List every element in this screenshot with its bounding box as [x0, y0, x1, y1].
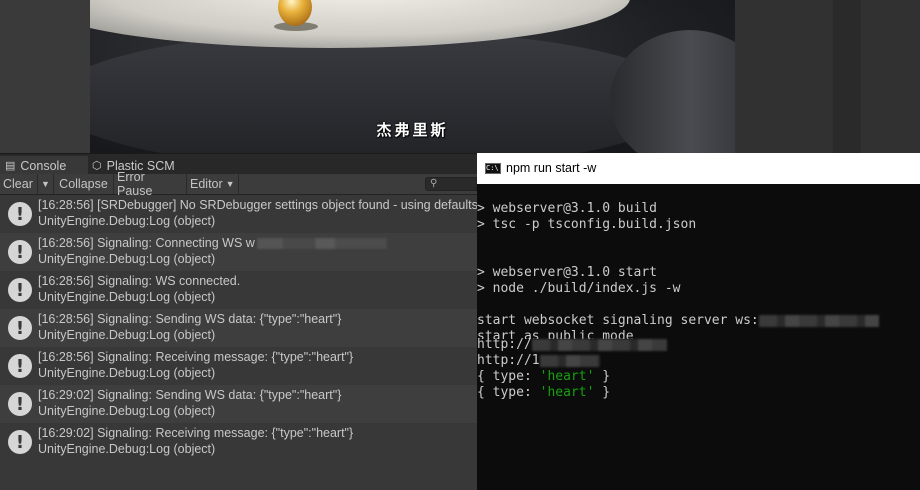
log-entry[interactable]: ! [16:28:56] Signaling: WS connected. Un…: [0, 271, 477, 309]
log-message: [16:28:56] [SRDebugger] No SRDebugger se…: [38, 198, 477, 212]
redacted-area: [531, 338, 667, 351]
game-view: 杰弗里斯: [0, 0, 920, 153]
terminal-text: { type:: [477, 369, 540, 384]
log-message: [16:29:02] Signaling: Receiving message:…: [38, 426, 354, 440]
log-source: UnityEngine.Debug:Log (object): [38, 328, 216, 342]
log-message: [16:28:56] Signaling: WS connected.: [38, 274, 241, 288]
terminal-title: npm run start -w: [506, 161, 597, 175]
console-icon: ▤: [5, 160, 16, 172]
game-viewport[interactable]: 杰弗里斯: [90, 0, 735, 153]
warning-icon: !: [8, 240, 32, 264]
clear-label: Clear: [3, 177, 33, 191]
log-message: [16:28:56] Signaling: Sending WS data: {…: [38, 312, 342, 326]
cmd-icon: C:\: [485, 163, 501, 174]
terminal-line: > tsc -p tsconfig.build.json: [477, 217, 697, 232]
log-entry[interactable]: ! [16:28:56] Signaling: Sending WS data:…: [0, 309, 477, 347]
chevron-down-icon: ▼: [41, 179, 50, 189]
tab-console-label: Console: [20, 158, 67, 173]
terminal-line: start websocket signaling server ws:: [477, 313, 879, 329]
terminal-line: > webserver@3.1.0 build: [477, 201, 658, 216]
collapse-button[interactable]: Collapse: [54, 174, 114, 194]
log-entry[interactable]: ! [16:28:56] Signaling: Receiving messag…: [0, 347, 477, 385]
log-source: UnityEngine.Debug:Log (object): [38, 214, 216, 228]
log-source: UnityEngine.Debug:Log (object): [38, 252, 216, 266]
redacted-area: [758, 314, 879, 327]
chevron-down-icon: ▼: [225, 179, 235, 189]
log-source: UnityEngine.Debug:Log (object): [38, 404, 216, 418]
log-source: UnityEngine.Debug:Log (object): [38, 366, 216, 380]
terminal-line: { type: 'heart' }: [477, 369, 610, 385]
log-source: UnityEngine.Debug:Log (object): [38, 290, 216, 304]
terminal-line: http://: [477, 337, 667, 353]
log-message-text: [16:28:56] Signaling: Connecting WS w: [38, 236, 255, 250]
error-pause-label: Error Pause: [117, 170, 153, 198]
terminal-string: 'heart': [539, 369, 595, 384]
warning-icon: !: [8, 202, 32, 226]
game-view-left-margin: [0, 0, 90, 153]
platform-top: [90, 0, 630, 48]
log-entry[interactable]: ! [16:29:02] Signaling: Sending WS data:…: [0, 385, 477, 423]
warning-icon: !: [8, 430, 32, 454]
log-entry[interactable]: ! [16:29:02] Signaling: Receiving messag…: [0, 423, 477, 461]
editor-dropdown[interactable]: Editor ▼: [187, 174, 239, 194]
log-list[interactable]: ! [16:28:56] [SRDebugger] No SRDebugger …: [0, 195, 477, 490]
log-message: [16:29:02] Signaling: Sending WS data: {…: [38, 388, 342, 402]
warning-icon: !: [8, 392, 32, 416]
terminal-text: }: [594, 385, 611, 400]
terminal-text: http://: [477, 337, 532, 352]
log-message: [16:28:56] Signaling: Connecting WS w: [38, 236, 387, 250]
terminal-line: { type: 'heart' }: [477, 385, 610, 401]
search-icon: ⚲: [430, 178, 438, 189]
terminal-text: http://1: [477, 353, 540, 368]
tab-console[interactable]: ▤ Console: [0, 156, 88, 175]
terminal-text: start websocket signaling server ws:: [477, 313, 759, 328]
clear-button[interactable]: Clear: [0, 174, 38, 194]
redacted-area: [256, 238, 387, 250]
terminal-titlebar[interactable]: C:\ npm run start -w: [477, 153, 920, 184]
error-pause-button[interactable]: Error Pause: [114, 170, 187, 198]
clear-options-dropdown[interactable]: ▼: [38, 174, 54, 194]
terminal-window[interactable]: C:\ npm run start -w > webserver@3.1.0 b…: [477, 153, 920, 490]
console-panel: ▤ Console ⬡ Plastic SCM Clear ▼ Collapse…: [0, 153, 477, 490]
search-input[interactable]: ⚲: [425, 177, 477, 191]
warning-icon: !: [8, 278, 32, 302]
warning-icon: !: [8, 354, 32, 378]
log-source: UnityEngine.Debug:Log (object): [38, 442, 216, 456]
panel-tabs: ▤ Console ⬡ Plastic SCM: [0, 153, 477, 175]
terminal-string: 'heart': [539, 385, 595, 400]
terminal-text: { type:: [477, 385, 540, 400]
subtitle-text: 杰弗里斯: [376, 121, 449, 139]
terminal-output[interactable]: > webserver@3.1.0 build > tsc -p tsconfi…: [477, 184, 920, 490]
game-view-right-margin: [735, 0, 920, 153]
log-entry[interactable]: ! [16:28:56] Signaling: Connecting WS w …: [0, 233, 477, 271]
collapse-label: Collapse: [59, 177, 108, 191]
terminal-line: http://1: [477, 353, 600, 369]
terminal-text: }: [594, 369, 611, 384]
console-toolbar: Clear ▼ Collapse Error Pause Editor ▼ ⚲: [0, 170, 477, 198]
warning-icon: !: [8, 316, 32, 340]
redacted-area: [539, 354, 600, 367]
terminal-line: > webserver@3.1.0 start: [477, 265, 658, 280]
editor-label: Editor: [190, 177, 223, 191]
terminal-line: > node ./build/index.js -w: [477, 281, 681, 296]
plastic-scm-icon: ⬡: [92, 160, 102, 172]
log-message: [16:28:56] Signaling: Receiving message:…: [38, 350, 354, 364]
log-entry[interactable]: ! [16:28:56] [SRDebugger] No SRDebugger …: [0, 195, 477, 233]
